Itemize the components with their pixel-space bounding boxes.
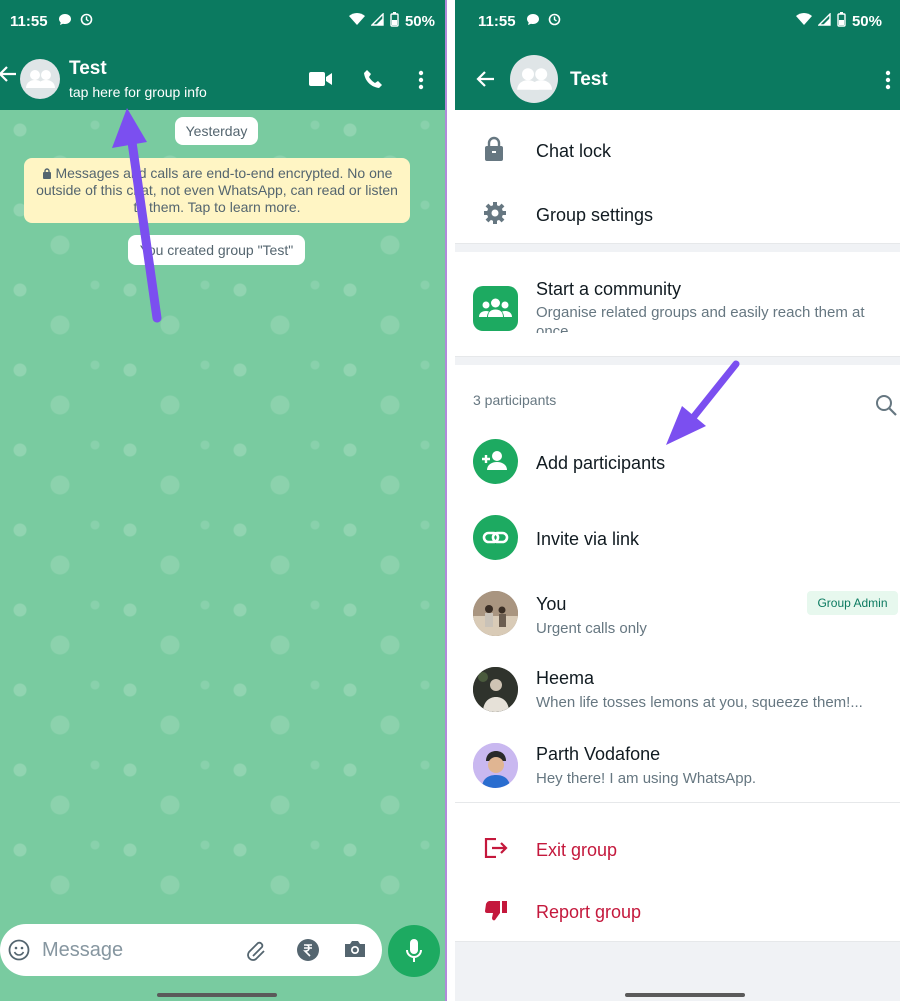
group-avatar[interactable]: [510, 55, 558, 103]
chat-title[interactable]: Test: [69, 58, 107, 80]
wifi-icon: [795, 12, 812, 30]
participants-count: 3 participants: [473, 392, 557, 408]
back-arrow-icon[interactable]: [476, 69, 496, 94]
screen-divider: [445, 0, 455, 1001]
chat-lock-row[interactable]: Chat lock: [455, 115, 900, 180]
attachment-icon[interactable]: [245, 938, 269, 967]
status-bar: 11:55 50%: [0, 0, 445, 42]
home-indicator: [625, 993, 745, 997]
status-bar: 11:55 50%: [455, 0, 900, 42]
exit-icon: [484, 837, 508, 863]
group-info-screen: 11:55 50% Test Chat lock Group settings …: [455, 0, 900, 1001]
gear-icon: [483, 201, 507, 230]
chat-bubble-icon: [58, 13, 72, 29]
group-avatar[interactable]: [20, 59, 60, 99]
add-participants-row[interactable]: Add participants: [455, 425, 900, 501]
battery-percent: 50%: [851, 12, 882, 30]
section-separator: [455, 243, 900, 252]
camera-icon[interactable]: [343, 939, 367, 964]
group-settings-row[interactable]: Group settings: [455, 180, 900, 242]
participant-name: Parth Vodafone: [536, 744, 661, 764]
battery-percent: 50%: [404, 12, 435, 30]
participant-row[interactable]: Heema When life tosses lemons at you, sq…: [455, 653, 900, 729]
group-settings-label: Group settings: [536, 205, 654, 225]
status-time: 11:55: [10, 12, 48, 30]
participant-row[interactable]: Parth Vodafone Hey there! I am using Wha…: [455, 729, 900, 802]
signal-icon: [370, 11, 384, 30]
bottom-area: [455, 941, 900, 1001]
home-indicator: [157, 993, 277, 997]
date-separator: Yesterday: [175, 117, 258, 145]
video-call-icon[interactable]: [309, 71, 333, 92]
section-separator: [455, 802, 900, 812]
more-options-icon[interactable]: [418, 70, 424, 95]
admin-badge: Group Admin: [807, 591, 898, 615]
avatar: [473, 667, 518, 712]
avatar: [473, 743, 518, 788]
participant-row[interactable]: You Urgent calls only Group Admin: [455, 577, 900, 653]
phone-call-icon[interactable]: [363, 69, 383, 94]
encryption-notice[interactable]: Messages and calls are end-to-end encryp…: [24, 158, 410, 223]
participant-name: You: [536, 594, 567, 614]
avatar: [473, 591, 518, 636]
lock-small-icon: [42, 165, 56, 181]
chat-messages-area: Yesterday Messages and calls are end-to-…: [0, 110, 445, 920]
start-community-row[interactable]: Start a community Organise related group…: [455, 253, 900, 356]
signal-icon: [817, 11, 831, 30]
exit-group-row[interactable]: Exit group: [455, 815, 900, 879]
message-input[interactable]: Message: [42, 939, 123, 962]
chat-screen: 11:55 50% Test tap here for group info Y…: [0, 0, 445, 1001]
start-community-subtitle: Organise related groups and easily reach…: [536, 304, 865, 333]
battery-icon: [390, 11, 399, 31]
participants-header: 3 participants: [455, 365, 900, 425]
chat-bubble-icon: [526, 13, 540, 29]
participant-status: When life tosses lemons at you, squeeze …: [536, 694, 863, 711]
group-created-notice: You created group "Test": [128, 235, 305, 265]
exit-group-label: Exit group: [536, 840, 618, 860]
microphone-icon: [405, 938, 423, 969]
payment-rupee-icon[interactable]: [296, 938, 320, 967]
add-participants-label: Add participants: [536, 453, 666, 473]
link-icon: [473, 515, 518, 560]
emoji-icon[interactable]: [8, 939, 30, 966]
chat-header[interactable]: Test tap here for group info: [0, 42, 445, 110]
thumbs-down-icon: [484, 900, 508, 927]
group-info-hint[interactable]: tap here for group info: [69, 84, 207, 100]
invite-via-link-row[interactable]: Invite via link: [455, 501, 900, 577]
group-info-header: Test: [455, 42, 900, 110]
chat-lock-label: Chat lock: [536, 141, 612, 161]
sync-icon: [80, 13, 93, 29]
group-title: Test: [570, 69, 608, 90]
sync-icon: [548, 13, 561, 29]
section-separator: [455, 356, 900, 365]
start-community-title: Start a community: [536, 279, 682, 299]
invite-via-link-label: Invite via link: [536, 529, 640, 549]
group-icon: [517, 68, 552, 90]
report-group-label: Report group: [536, 902, 642, 922]
add-person-icon: [473, 439, 518, 484]
back-arrow-icon[interactable]: [0, 64, 18, 89]
voice-message-button[interactable]: [388, 925, 440, 977]
group-icon: [26, 70, 55, 88]
battery-icon: [837, 11, 846, 31]
wifi-icon: [348, 12, 365, 30]
report-group-row[interactable]: Report group: [455, 879, 900, 941]
status-time: 11:55: [478, 12, 516, 30]
more-options-icon[interactable]: [885, 70, 891, 95]
lock-icon: [483, 136, 505, 167]
participant-status: Urgent calls only: [536, 620, 647, 637]
participant-name: Heema: [536, 668, 595, 688]
community-icon: [473, 286, 518, 331]
message-input-bar[interactable]: Message: [0, 924, 382, 976]
search-icon[interactable]: [875, 394, 897, 421]
participant-status: Hey there! I am using WhatsApp.: [536, 770, 757, 787]
encryption-notice-text: Messages and calls are end-to-end encryp…: [36, 165, 398, 215]
